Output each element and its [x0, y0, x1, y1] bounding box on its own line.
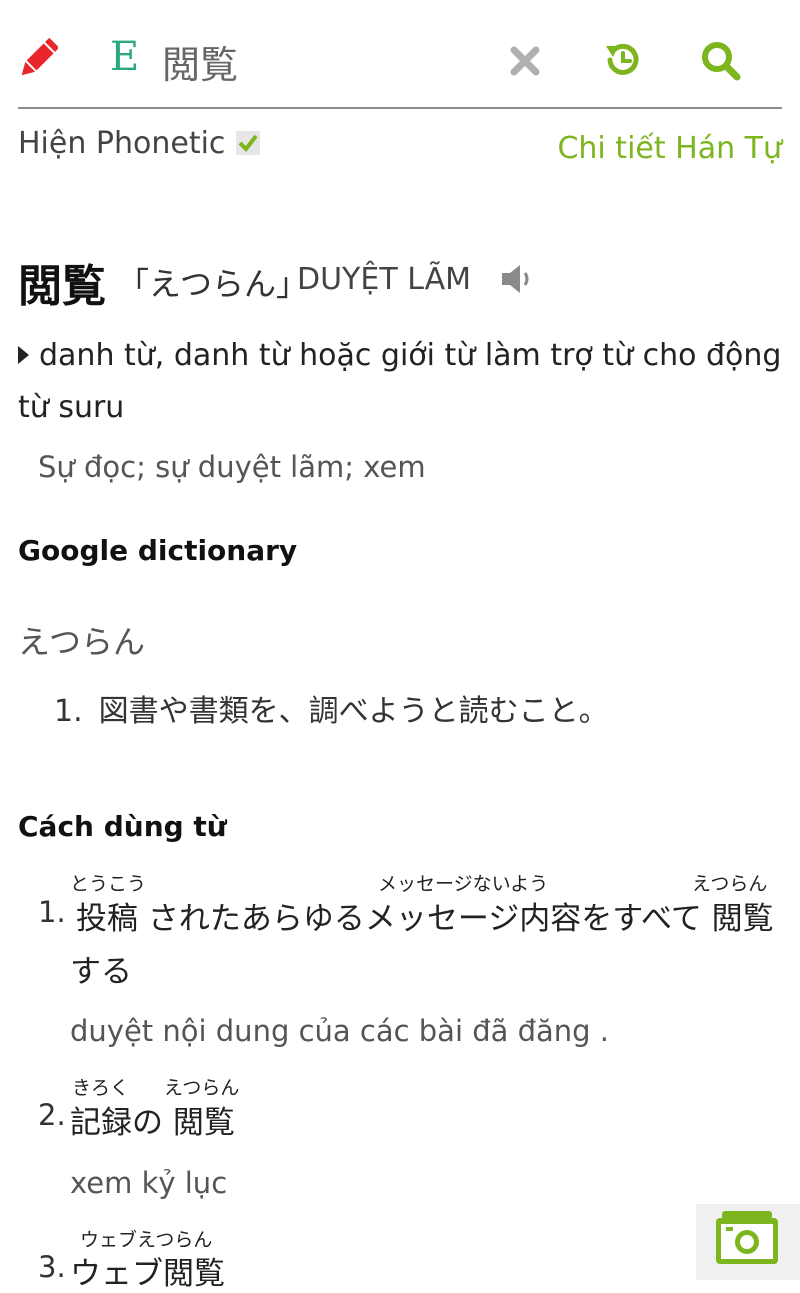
google-dictionary-heading: Google dictionary: [18, 534, 298, 567]
definition-number: 1.: [54, 694, 83, 729]
kanji-detail-link[interactable]: Chi tiết Hán Tự: [557, 131, 782, 166]
example-sentence: 記録の 閲覧: [70, 1105, 235, 1141]
example-number: 3.: [38, 1250, 66, 1284]
example-sentence: 投稿 されたあらゆるメッセージ内容をすべて 閲覧: [76, 901, 774, 937]
phonetic-checkbox[interactable]: [236, 131, 260, 155]
expand-triangle-icon: [18, 346, 29, 364]
camera-button[interactable]: [696, 1204, 800, 1280]
example-translation: duyệt nội dung của các bài đã đăng .: [70, 1014, 610, 1048]
meaning-text: Sự đọc; sự duyệt lãm; xem: [38, 450, 426, 484]
language-badge[interactable]: E: [110, 34, 139, 80]
example-sentence: ウェブ閲覧: [70, 1256, 225, 1292]
usage-heading: Cách dùng từ: [18, 810, 227, 843]
ruby-text: えつらん: [164, 1077, 240, 1099]
camera-icon: [716, 1211, 778, 1264]
han-viet-reading: DUYỆT LÃM: [297, 262, 472, 297]
example-sentence-continued: する: [70, 954, 132, 990]
example-number: 2.: [38, 1098, 66, 1132]
part-of-speech: danh từ, danh từ hoặc giới từ làm trợ từ…: [18, 330, 782, 434]
speaker-icon[interactable]: [500, 262, 536, 296]
search-icon[interactable]: [700, 40, 742, 82]
headword-reading: 「えつらん」: [117, 265, 309, 303]
part-of-speech-text: danh từ, danh từ hoặc giới từ làm trợ từ…: [18, 338, 782, 425]
ruby-text: とうこう: [70, 873, 147, 895]
ruby-text: メッセージないよう: [378, 873, 549, 895]
example-translation: xem kỷ lục: [70, 1166, 228, 1200]
close-icon[interactable]: [508, 44, 542, 78]
history-icon[interactable]: [602, 40, 642, 80]
definition-text: 図書や書類を、調べようと読むこと。: [98, 694, 609, 729]
phonetic-toggle-label[interactable]: Hiện Phonetic: [18, 126, 225, 161]
pencil-icon[interactable]: [18, 37, 60, 80]
ruby-text: きろく: [72, 1077, 130, 1099]
example-number: 1.: [38, 895, 66, 929]
google-dictionary-reading: えつらん: [18, 623, 146, 661]
search-query-text[interactable]: 閲覧: [162, 34, 238, 89]
google-dictionary-definition: 1. 図書や書類を、調べようと読むこと。: [54, 686, 609, 730]
ruby-text: えつらん: [692, 873, 768, 895]
headword: 閲覧: [18, 261, 106, 312]
